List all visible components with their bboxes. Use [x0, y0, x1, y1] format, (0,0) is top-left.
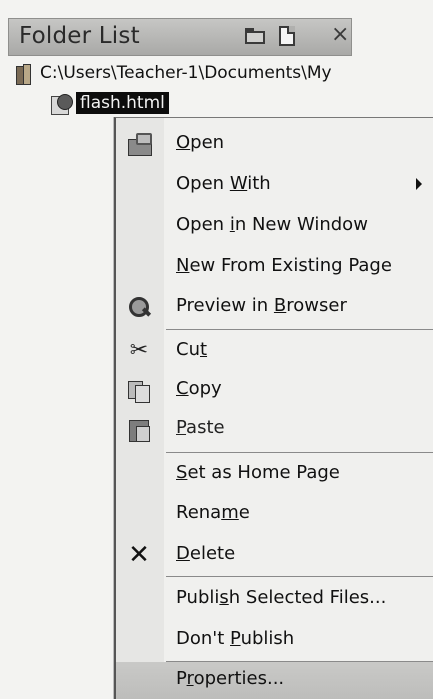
menu-item-publish-selected[interactable]: Publish Selected Files... [116, 579, 433, 619]
submenu-arrow-icon [416, 178, 422, 190]
html-file-icon [51, 94, 73, 115]
tree-root-label: C:\Users\Teacher-1\Documents\My [40, 63, 332, 83]
menu-item-open-with[interactable]: Open With [116, 165, 433, 205]
menu-separator [166, 576, 433, 577]
menu-item-properties[interactable]: Properties... [116, 662, 433, 699]
menu-item-open[interactable]: Open [116, 124, 433, 164]
menu-item-copy[interactable]: Copy [116, 370, 433, 410]
menu-item-rename[interactable]: Rename [116, 494, 433, 534]
new-folder-icon[interactable] [245, 28, 267, 44]
delete-x-icon: ✕ [128, 540, 150, 570]
menu-separator [166, 452, 433, 453]
menu-item-delete[interactable]: ✕ Delete [116, 535, 433, 575]
scissors-icon: ✂ [129, 338, 149, 363]
menu-item-new-from-existing[interactable]: New From Existing Page [116, 247, 433, 287]
menu-item-set-home-page[interactable]: Set as Home Page [116, 454, 433, 494]
close-icon[interactable]: × [331, 23, 349, 47]
folder-list-titlebar: Folder List × [8, 18, 352, 56]
paste-clipboard-icon [126, 416, 152, 442]
menu-item-open-new-window[interactable]: Open in New Window [116, 206, 433, 246]
selected-file-label: flash.html [76, 92, 169, 114]
menu-item-cut[interactable]: ✂ Cut [116, 331, 433, 371]
menu-item-preview-in-browser[interactable]: Preview in Browser [116, 287, 433, 327]
new-page-icon[interactable] [279, 26, 295, 46]
copy-icon [126, 377, 152, 403]
context-menu: Open Open With Open in New Window New Fr… [114, 117, 433, 699]
menu-separator [166, 329, 433, 330]
menu-item-dont-publish[interactable]: Don't Publish [116, 620, 433, 660]
preview-magnifier-icon [126, 294, 152, 320]
open-folder-icon [126, 131, 152, 157]
site-folder-icon [14, 64, 34, 85]
menu-item-paste[interactable]: Paste [116, 409, 433, 449]
panel-title: Folder List [19, 23, 140, 49]
